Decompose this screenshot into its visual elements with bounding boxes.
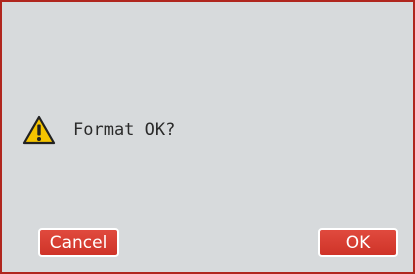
ok-button[interactable]: OK: [318, 228, 398, 257]
warning-icon: [22, 115, 56, 145]
format-confirm-dialog: Format OK? Cancel OK: [0, 0, 415, 274]
cancel-button[interactable]: Cancel: [38, 228, 119, 257]
dialog-message-row: Format OK?: [22, 110, 175, 150]
dialog-message: Format OK?: [73, 120, 176, 140]
